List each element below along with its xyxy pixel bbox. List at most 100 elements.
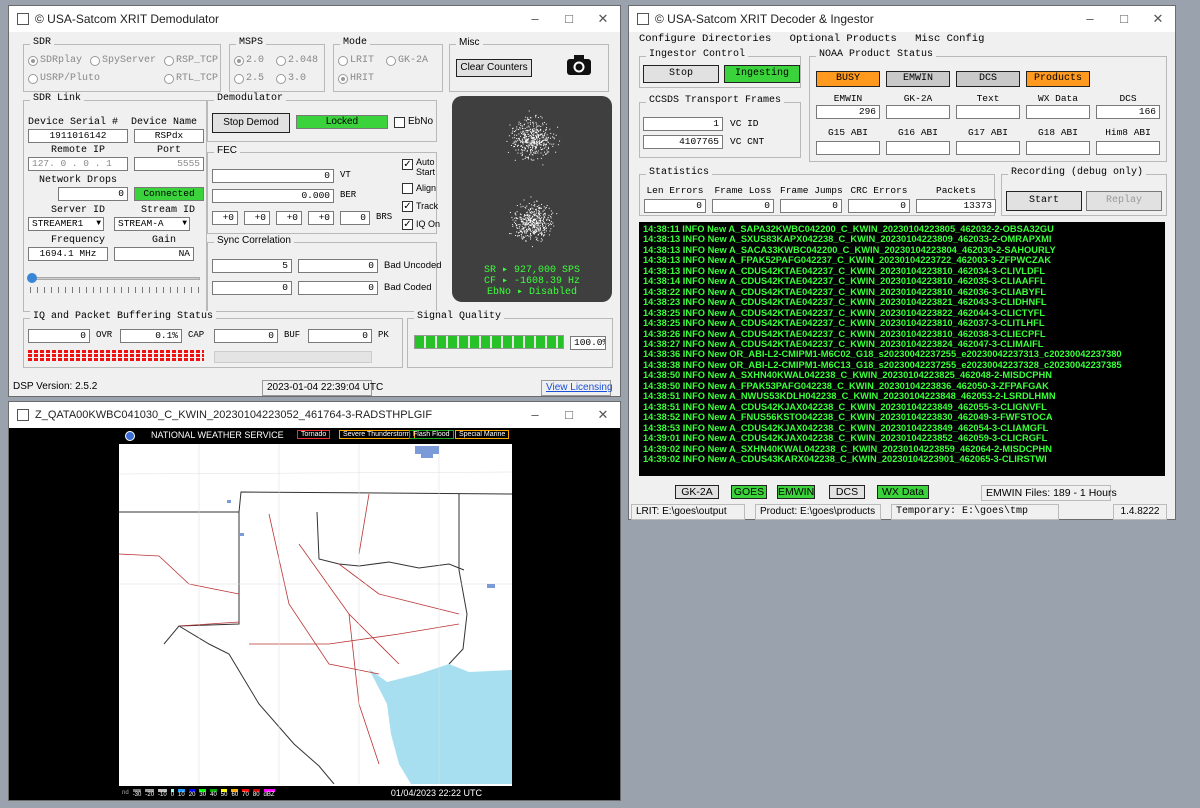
stream-id-select[interactable]: STREAM-A ▼ bbox=[114, 217, 190, 231]
msps-2-048-radio[interactable] bbox=[276, 56, 286, 66]
clear-counters-button[interactable]: Clear Counters bbox=[456, 59, 532, 77]
constellation-point bbox=[524, 222, 526, 224]
constellation-point bbox=[543, 222, 545, 224]
iq-on-checkbox[interactable]: ✓ bbox=[402, 219, 413, 230]
constellation-point bbox=[544, 231, 546, 233]
menu-misc-config[interactable]: Misc Config bbox=[915, 33, 984, 45]
track-checkbox[interactable]: ✓ bbox=[402, 201, 413, 212]
stop-button[interactable]: Stop bbox=[643, 65, 719, 83]
minimize-icon[interactable]: – bbox=[518, 11, 552, 27]
constellation-point bbox=[545, 136, 547, 138]
constellation-point bbox=[512, 137, 514, 139]
menu-optional-products[interactable]: Optional Products bbox=[790, 33, 897, 45]
constellation-point bbox=[537, 215, 539, 217]
products-indicator: Products bbox=[1026, 71, 1090, 87]
rsp-tcp-radio[interactable] bbox=[164, 56, 174, 66]
constellation-point bbox=[530, 142, 532, 144]
maximize-icon[interactable]: □ bbox=[1107, 11, 1141, 27]
constellation-point bbox=[513, 221, 515, 223]
hrit-radio[interactable] bbox=[338, 74, 348, 84]
brs-field: +0 bbox=[308, 211, 334, 225]
constellation-point bbox=[525, 222, 527, 224]
constellation-point bbox=[530, 135, 532, 137]
log-line: 14:38:38 INFO New OR_ABI-L2-CMIPM1-M6C13… bbox=[643, 359, 1122, 370]
maximize-icon[interactable]: □ bbox=[552, 407, 586, 423]
constellation-point bbox=[535, 208, 537, 210]
constellation-point bbox=[534, 205, 536, 207]
constellation-point bbox=[548, 214, 550, 216]
constellation-point bbox=[512, 128, 514, 130]
ebno-checkbox[interactable] bbox=[394, 117, 405, 128]
constellation-point bbox=[522, 221, 524, 223]
constellation-point bbox=[531, 144, 533, 146]
constellation-point bbox=[530, 208, 532, 210]
msps-3-0-radio[interactable] bbox=[276, 74, 286, 84]
constellation-point bbox=[514, 143, 516, 145]
msps-2-0-radio[interactable] bbox=[234, 56, 244, 66]
constellation-point bbox=[546, 127, 548, 129]
minimize-icon[interactable]: – bbox=[1073, 11, 1107, 27]
log-line: 14:38:51 INFO New A_CDUS42KJAX042238_C_K… bbox=[643, 401, 1047, 412]
recording-start-button[interactable]: Start bbox=[1006, 191, 1082, 211]
ccsds-label: CCSDS Transport Frames bbox=[646, 95, 785, 106]
abi-field bbox=[1026, 141, 1090, 155]
constellation-point bbox=[539, 220, 541, 222]
constellation-point bbox=[522, 130, 524, 132]
constellation-point bbox=[514, 159, 516, 161]
camera-icon[interactable] bbox=[566, 53, 592, 77]
spyserver-label: SpyServer bbox=[102, 55, 157, 66]
constellation-point bbox=[540, 238, 542, 240]
constellation-point bbox=[515, 217, 517, 219]
app-icon bbox=[17, 13, 29, 25]
constellation-point bbox=[528, 129, 530, 131]
sdrplay-radio[interactable] bbox=[28, 56, 38, 66]
align-checkbox[interactable] bbox=[402, 183, 413, 194]
constellation-point bbox=[521, 151, 523, 153]
constellation-point bbox=[545, 144, 547, 146]
auto-start-checkbox[interactable]: ✓ bbox=[402, 159, 413, 170]
constellation-point bbox=[524, 146, 526, 148]
spyserver-radio[interactable] bbox=[90, 56, 100, 66]
maximize-icon[interactable]: □ bbox=[552, 11, 586, 27]
constellation-point bbox=[516, 231, 518, 233]
constellation-point bbox=[533, 222, 535, 224]
constellation-point bbox=[523, 228, 525, 230]
constellation-point bbox=[521, 138, 523, 140]
gain-slider[interactable] bbox=[27, 273, 200, 283]
constellation-point bbox=[549, 137, 551, 139]
remote-ip-input[interactable]: 127. 0 . 0 . 1 bbox=[28, 157, 128, 171]
constellation-point bbox=[529, 234, 531, 236]
replay-button[interactable]: Replay bbox=[1086, 191, 1162, 211]
view-licensing-link[interactable]: View Licensing bbox=[541, 380, 613, 396]
constellation-point bbox=[540, 152, 542, 154]
constellation-point bbox=[515, 223, 517, 225]
constellation-point bbox=[552, 145, 554, 147]
constellation-point bbox=[545, 227, 547, 229]
gk2a-radio[interactable] bbox=[386, 56, 396, 66]
rtl-tcp-radio[interactable] bbox=[164, 74, 174, 84]
scale-label: -20 bbox=[145, 788, 155, 798]
constellation-point bbox=[535, 135, 537, 137]
close-icon[interactable]: ✕ bbox=[586, 11, 620, 27]
decoder-window: © USA-Satcom XRIT Decoder & Ingestor – □ ✕… bbox=[628, 5, 1176, 520]
constellation-point bbox=[541, 117, 543, 119]
constellation-point bbox=[522, 220, 524, 222]
constellation-point bbox=[536, 228, 538, 230]
stop-demod-button[interactable]: Stop Demod bbox=[212, 113, 290, 133]
server-id-select[interactable]: STREAMER1 ▼ bbox=[28, 217, 104, 231]
gain-slider-thumb[interactable] bbox=[27, 273, 37, 283]
close-icon[interactable]: ✕ bbox=[586, 407, 620, 423]
constellation-point bbox=[523, 141, 525, 143]
menu-configure-directories[interactable]: Configure Directories bbox=[639, 33, 771, 45]
constellation-point bbox=[538, 125, 540, 127]
constellation-point bbox=[526, 217, 528, 219]
port-input[interactable]: 5555 bbox=[134, 157, 204, 171]
minimize-icon[interactable]: – bbox=[518, 407, 552, 423]
msps-2-5-radio[interactable] bbox=[234, 74, 244, 84]
constellation-point bbox=[541, 220, 543, 222]
lrit-radio[interactable] bbox=[338, 56, 348, 66]
stat-label: Len Errors bbox=[646, 185, 704, 196]
close-icon[interactable]: ✕ bbox=[1141, 11, 1175, 27]
log-line: 14:39:02 INFO New A_CDUS43KARX042238_C_K… bbox=[643, 453, 1047, 464]
usrp-radio[interactable] bbox=[28, 74, 38, 84]
